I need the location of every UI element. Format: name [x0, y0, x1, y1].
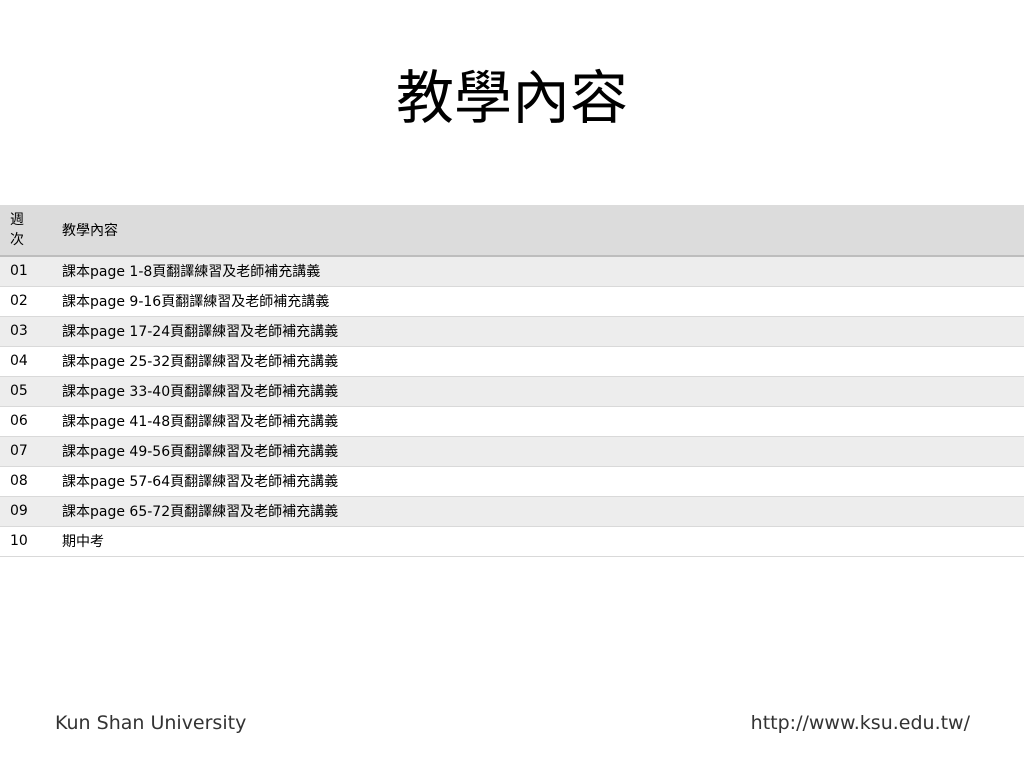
cell-content: 課本page 1-8頁翻譯練習及老師補充講義 — [52, 256, 1024, 287]
course-content-table: 週次 教學內容 01 課本page 1-8頁翻譯練習及老師補充講義 02 課本page… — [0, 205, 1024, 557]
table-row: 06 課本page 41-48頁翻譯練習及老師補充講義 — [0, 406, 1024, 437]
table-row: 01 課本page 1-8頁翻譯練習及老師補充講義 — [0, 256, 1024, 287]
cell-content: 課本page 41-48頁翻譯練習及老師補充講義 — [52, 406, 1024, 437]
table-row: 09 課本page 65-72頁翻譯練習及老師補充講義 — [0, 496, 1024, 527]
footer-university-name: Kun Shan University — [55, 712, 247, 734]
header-week-char-2: 次 — [10, 232, 24, 248]
cell-week: 10 — [0, 526, 52, 557]
cell-content: 課本page 17-24頁翻譯練習及老師補充講義 — [52, 316, 1024, 347]
table-row: 04 課本page 25-32頁翻譯練習及老師補充講義 — [0, 346, 1024, 377]
cell-content: 課本page 33-40頁翻譯練習及老師補充講義 — [52, 376, 1024, 407]
cell-week: 02 — [0, 286, 52, 317]
cell-content: 課本page 49-56頁翻譯練習及老師補充講義 — [52, 436, 1024, 467]
cell-week: 08 — [0, 466, 52, 497]
footer-website-url: http://www.ksu.edu.tw/ — [750, 712, 970, 734]
header-content: 教學內容 — [52, 205, 1024, 257]
table-row: 10 期中考 — [0, 526, 1024, 557]
header-week: 週次 — [0, 205, 52, 257]
cell-content: 課本page 65-72頁翻譯練習及老師補充講義 — [52, 496, 1024, 527]
cell-week: 09 — [0, 496, 52, 527]
table-body: 01 課本page 1-8頁翻譯練習及老師補充講義 02 課本page 9-16頁翻譯… — [0, 256, 1024, 557]
cell-week: 03 — [0, 316, 52, 347]
table-row: 03 課本page 17-24頁翻譯練習及老師補充講義 — [0, 316, 1024, 347]
table-row: 07 課本page 49-56頁翻譯練習及老師補充講義 — [0, 436, 1024, 467]
cell-content: 課本page 57-64頁翻譯練習及老師補充講義 — [52, 466, 1024, 497]
table-row: 05 課本page 33-40頁翻譯練習及老師補充講義 — [0, 376, 1024, 407]
table-row: 08 課本page 57-64頁翻譯練習及老師補充講義 — [0, 466, 1024, 497]
cell-week: 04 — [0, 346, 52, 377]
cell-content: 課本page 25-32頁翻譯練習及老師補充講義 — [52, 346, 1024, 377]
cell-week: 01 — [0, 256, 52, 287]
cell-week: 06 — [0, 406, 52, 437]
cell-week: 05 — [0, 376, 52, 407]
table-row: 02 課本page 9-16頁翻譯練習及老師補充講義 — [0, 286, 1024, 317]
cell-week: 07 — [0, 436, 52, 467]
header-week-char-1: 週 — [10, 212, 24, 228]
cell-content: 課本page 9-16頁翻譯練習及老師補充講義 — [52, 286, 1024, 317]
table-header-row: 週次 教學內容 — [0, 205, 1024, 257]
cell-content: 期中考 — [52, 526, 1024, 557]
slide-title: 教學內容 — [395, 64, 628, 132]
